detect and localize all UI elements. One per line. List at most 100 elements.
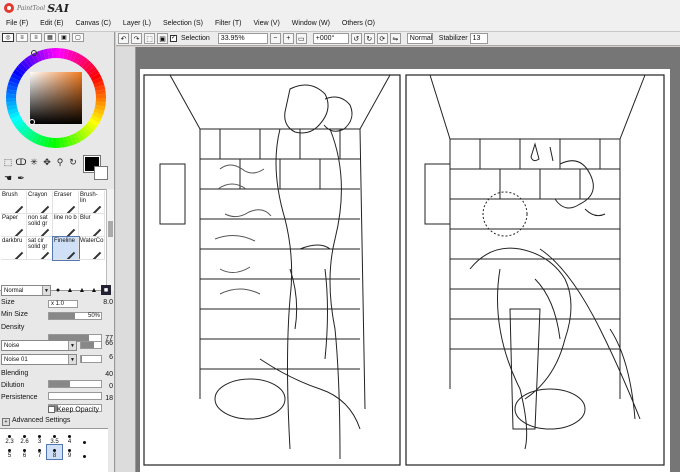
undo-icon[interactable]: ↶ <box>118 33 129 44</box>
texture-select[interactable]: Noise ▼ <box>1 340 77 351</box>
brush-slot[interactable]: Eraser <box>53 191 79 214</box>
brush-slot[interactable]: line no b <box>53 214 79 237</box>
menu-file[interactable]: File (F) <box>0 20 34 27</box>
menu-others[interactable]: Others (O) <box>336 20 381 27</box>
brush-slot[interactable]: darkbru <box>1 237 27 260</box>
selection-toggle[interactable]: ✓ Selection <box>170 35 210 42</box>
shape-round-icon[interactable]: ● <box>53 285 63 295</box>
blend-mode-select[interactable]: Normal ▼ <box>1 285 51 296</box>
move-icon[interactable]: ✥ <box>41 156 53 169</box>
shape-block-icon[interactable]: ■ <box>101 285 111 295</box>
size-preset[interactable]: 9 <box>62 445 77 459</box>
size-preset[interactable]: 3 <box>32 431 47 445</box>
zoom-in-icon[interactable]: + <box>282 33 294 44</box>
brush-scrollbar[interactable] <box>106 189 114 291</box>
zoom-value: 33.95% <box>220 35 245 42</box>
flip-icon[interactable]: ⇋ <box>389 33 401 44</box>
stabilizer-field[interactable]: 13 <box>469 33 488 44</box>
canvas-page[interactable] <box>140 69 670 472</box>
dot-icon <box>23 449 26 452</box>
eyedropper-icon[interactable]: ✒ <box>15 172 27 185</box>
blend-mode-field[interactable]: Normal <box>406 33 433 44</box>
hsv-slider-tab-icon[interactable]: ≡ <box>30 33 42 42</box>
dot-icon <box>38 449 41 452</box>
magic-wand-icon[interactable]: ✳ <box>28 156 40 169</box>
shape-flat-icon[interactable]: ▲ <box>77 285 87 295</box>
menu-window[interactable]: Window (W) <box>286 20 336 27</box>
size-preset[interactable]: 5 <box>2 445 17 459</box>
hand-icon[interactable]: ☚ <box>2 172 14 185</box>
brush-slot[interactable]: WaterCo <box>79 237 105 260</box>
logo-small-text: PaintTool <box>17 4 46 12</box>
brush-slot[interactable]: non sat solid gr <box>27 214 53 237</box>
menu-canvas[interactable]: Canvas (C) <box>70 20 117 27</box>
zoom-field[interactable]: 33.95% <box>217 33 268 44</box>
dot-icon <box>68 449 71 452</box>
brush-slot[interactable]: Brush-lin <box>79 191 105 214</box>
size-preset-selected[interactable]: 8 <box>46 444 63 460</box>
size-preset[interactable]: 2.6 <box>17 431 32 445</box>
dilution-label: Dilution <box>1 382 25 389</box>
menu-edit[interactable]: Edit (E) <box>34 20 69 27</box>
keep-opacity-label: Keep Opacity <box>57 406 100 414</box>
min-size-slider[interactable]: 50% <box>48 312 102 320</box>
edge-texture-select[interactable]: Noise 01 ▼ <box>1 354 77 365</box>
artwork <box>143 74 665 466</box>
invert-selection-icon[interactable]: ▣ <box>157 33 168 44</box>
scroll-thumb[interactable] <box>108 221 113 237</box>
menu-layer[interactable]: Layer (L) <box>117 20 157 27</box>
swatches-tab-icon[interactable]: ▦ <box>44 33 56 42</box>
color-wheel-tab-icon[interactable]: ◎ <box>2 33 14 42</box>
size-multiplier[interactable]: x 1.0 <box>48 300 78 308</box>
texture-strength[interactable] <box>80 341 102 349</box>
rotate-cw-icon[interactable]: ↻ <box>363 33 375 44</box>
zoom-reset-icon[interactable]: ▭ <box>295 33 307 44</box>
color-wheel[interactable] <box>4 46 114 156</box>
expand-icon[interactable]: + <box>2 418 10 426</box>
canvas-area[interactable] <box>116 47 680 472</box>
brush-label: Crayon <box>28 192 48 198</box>
menu-view[interactable]: View (V) <box>247 20 285 27</box>
brush-slot[interactable]: Crayon <box>27 191 53 214</box>
zoom-icon[interactable]: ⚲ <box>54 156 66 169</box>
color-wheel-graphic[interactable] <box>4 46 108 150</box>
brush-label: Blur <box>80 215 91 221</box>
zoom-out-icon[interactable]: − <box>269 33 281 44</box>
advanced-settings-label: Advanced Settings <box>12 417 71 424</box>
scratchpad-tab-icon[interactable]: ▢ <box>72 33 84 42</box>
size-preset[interactable]: 2.3 <box>2 431 17 445</box>
brush-label: sat cir solid gr <box>28 238 48 250</box>
shape-square-icon[interactable]: ▲ <box>89 285 99 295</box>
menu-filter[interactable]: Filter (T) <box>209 20 247 27</box>
deselect-icon[interactable]: ⬚ <box>144 33 155 44</box>
mixer-tab-icon[interactable]: ▣ <box>58 33 70 42</box>
brush-slot[interactable]: Blur <box>79 214 105 237</box>
edge-texture-strength[interactable] <box>80 355 102 363</box>
size-preset[interactable]: 3.5 <box>47 431 62 445</box>
lasso-icon[interactable]: ↀ <box>15 156 27 169</box>
rgb-slider-tab-icon[interactable]: ≡ <box>16 33 28 42</box>
brush-label: Eraser <box>54 192 72 198</box>
advanced-row[interactable]: + Advanced Settings <box>0 416 115 428</box>
size-preset[interactable]: 6 <box>17 445 32 459</box>
background-color[interactable] <box>94 166 108 180</box>
size-preset[interactable] <box>77 445 92 459</box>
rotate-icon[interactable]: ↻ <box>67 156 79 169</box>
color-swatches[interactable] <box>83 155 112 182</box>
size-preset[interactable]: 7 <box>32 445 47 459</box>
rect-select-icon[interactable]: ⬚ <box>2 156 14 169</box>
brush-slot[interactable]: Brush <box>1 191 27 214</box>
rotate-ccw-icon[interactable]: ↺ <box>350 33 362 44</box>
rotate-reset-icon[interactable]: ⟳ <box>376 33 388 44</box>
redo-icon[interactable]: ↷ <box>131 33 142 44</box>
size-preset[interactable]: 4 <box>62 431 77 445</box>
brush-slot[interactable]: sat cir solid gr <box>27 237 53 260</box>
brush-slot-selected[interactable]: Fineline <box>52 236 80 261</box>
shape-soft-icon[interactable]: ▲ <box>65 285 75 295</box>
size-preset[interactable] <box>77 431 92 445</box>
brush-slot[interactable]: Paper <box>1 214 27 237</box>
menu-selection[interactable]: Selection (S) <box>157 20 209 27</box>
rotation-field[interactable]: +000° <box>312 33 349 44</box>
keep-opacity-checkbox[interactable]: Keep Opacity <box>48 406 99 413</box>
dilution-value: 0 <box>109 383 113 390</box>
